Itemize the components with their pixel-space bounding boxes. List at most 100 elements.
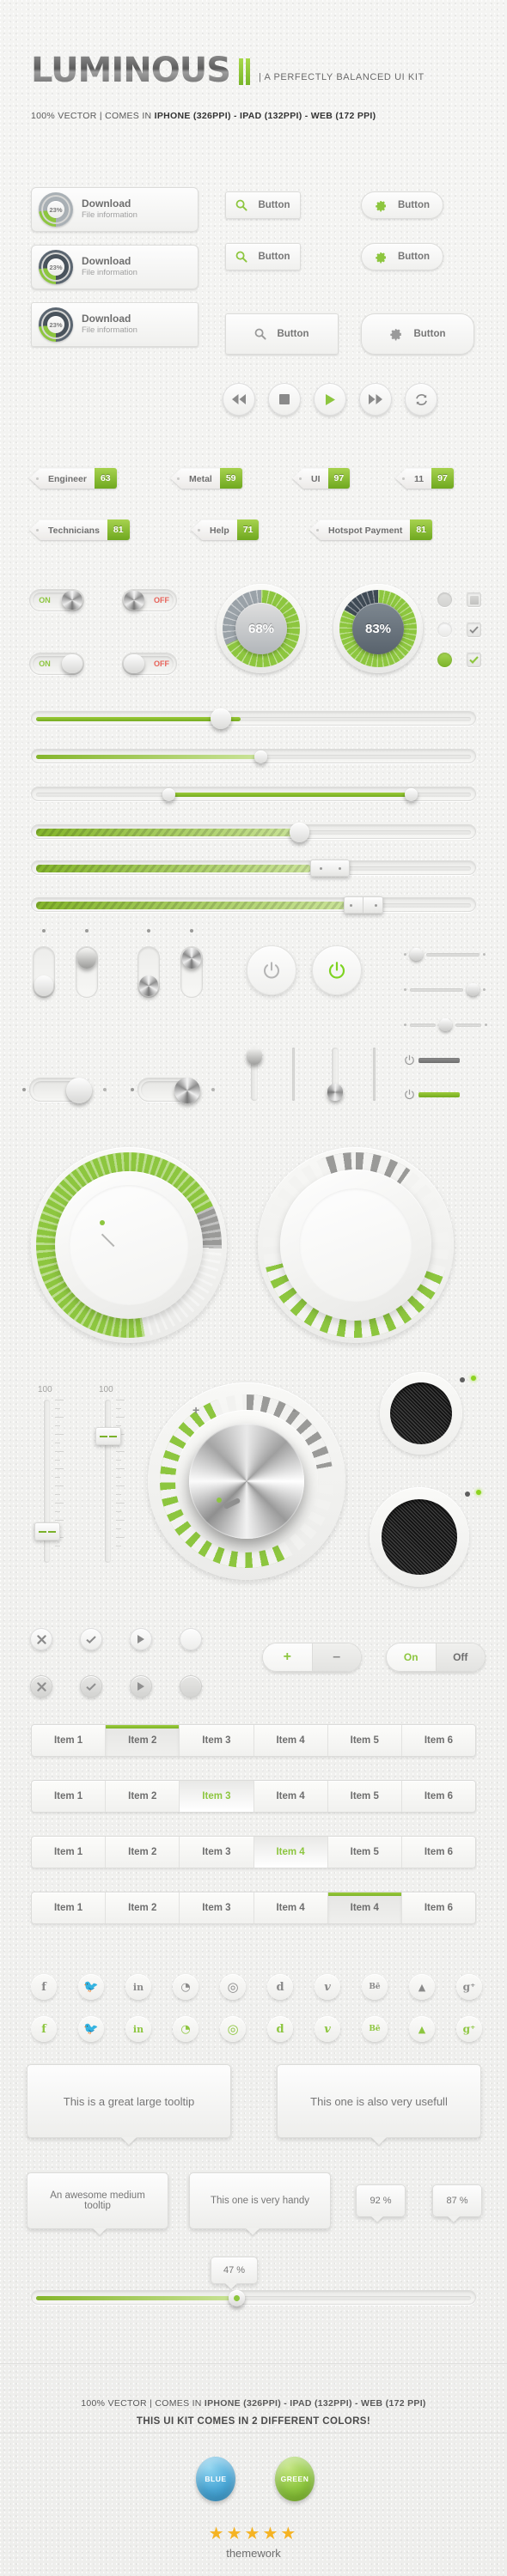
slider-handle[interactable]	[310, 860, 350, 877]
switch-knob[interactable]	[66, 1078, 92, 1103]
slider-striped-rect-split[interactable]	[31, 896, 476, 914]
tab-item-5[interactable]: Item 5	[328, 1725, 402, 1756]
slider-handle[interactable]	[290, 823, 309, 842]
tab-item-4[interactable]: Item 4	[254, 1781, 328, 1812]
mini-slider-handle[interactable]	[439, 1018, 452, 1031]
tab-item-4-active[interactable]: Item 4	[254, 1837, 328, 1868]
mini-fader-metal[interactable]	[325, 1048, 347, 1101]
play-button-pressed[interactable]	[130, 1675, 152, 1698]
rss-button-green[interactable]: ◔	[173, 2016, 199, 2042]
checkbox-checked-green[interactable]	[467, 653, 481, 667]
tab-item-5-active[interactable]: Item 4	[327, 1893, 402, 1923]
linkedin-button[interactable]: in	[125, 1974, 151, 2000]
tag-chip[interactable]: 11 97	[395, 468, 454, 489]
blank-button-pressed[interactable]	[180, 1675, 202, 1698]
switch-knob[interactable]	[139, 975, 158, 996]
switch-knob[interactable]	[174, 1078, 200, 1103]
stop-button[interactable]	[268, 383, 301, 416]
digg-button[interactable]: d	[267, 1974, 293, 2000]
tab-item-2-active[interactable]: Item 2	[106, 1725, 180, 1756]
digg-button-green[interactable]: d	[267, 2016, 293, 2042]
search-button[interactable]: Button	[225, 191, 301, 219]
dribbble-button[interactable]: ◎	[220, 1974, 246, 2000]
toggle-switch-plain[interactable]	[29, 1078, 92, 1103]
tab-item-6[interactable]: Item 6	[402, 1837, 475, 1868]
tab-item-2[interactable]: Item 2	[106, 1781, 180, 1812]
switch-knob[interactable]	[62, 591, 82, 610]
radio-hover[interactable]	[437, 623, 452, 637]
twitter-button[interactable]: 🐦	[78, 1974, 104, 2000]
tab-item-1[interactable]: Item 1	[32, 1725, 107, 1756]
checkbox-checked-grey[interactable]	[467, 623, 481, 637]
tab-item-3[interactable]: Item 3	[180, 1725, 254, 1756]
tab-item-2[interactable]: Item 2	[106, 1893, 180, 1923]
tab-item-3-active[interactable]: Item 3	[180, 1781, 254, 1812]
power-button-off[interactable]	[247, 945, 296, 995]
plus-button[interactable]: +	[263, 1643, 312, 1671]
slider-handle[interactable]	[254, 750, 267, 763]
tab-bar-2[interactable]: Item 1 Item 2 Item 3 Item 4 Item 5 Item …	[31, 1780, 476, 1813]
off-button[interactable]: Off	[435, 1643, 485, 1671]
googleplus-button[interactable]: g⁺	[456, 1974, 482, 2000]
linkedin-button-green[interactable]: in	[125, 2016, 151, 2042]
slider-range[interactable]	[31, 787, 476, 801]
tab-item-2[interactable]: Item 2	[106, 1837, 180, 1868]
mini-slider-power-off[interactable]	[404, 1054, 460, 1066]
mini-slider[interactable]	[404, 948, 486, 961]
fader-handle[interactable]	[34, 1522, 60, 1540]
tag-chip[interactable]: Technicians 81	[29, 519, 130, 540]
dribbble-button-green[interactable]: ◎	[220, 2016, 246, 2042]
tab-bar-4[interactable]: Item 1 Item 2 Item 3 Item 4 Item 4 Item …	[31, 1892, 476, 1924]
mini-slider[interactable]	[404, 983, 486, 996]
facebook-button[interactable]: f	[31, 1974, 57, 2000]
on-button[interactable]: On	[387, 1643, 436, 1671]
tab-item-3[interactable]: Item 3	[180, 1893, 254, 1923]
twitter-button-green[interactable]: 🐦	[78, 2016, 104, 2042]
mini-slider-power-on[interactable]	[404, 1089, 460, 1100]
tab-item-1[interactable]: Item 1	[32, 1781, 107, 1812]
tab-item-4[interactable]: Item 4	[254, 1725, 328, 1756]
slider-handle[interactable]	[229, 2290, 245, 2306]
tag-chip[interactable]: Help 71	[191, 519, 260, 540]
slider-pale[interactable]	[31, 749, 476, 763]
mini-slider-handle[interactable]	[467, 983, 480, 996]
tab-item-1[interactable]: Item 1	[32, 1837, 107, 1868]
check-button[interactable]	[80, 1628, 102, 1650]
search-button[interactable]: Button	[225, 243, 301, 270]
carbon-speaker[interactable]	[370, 1487, 469, 1587]
settings-button[interactable]: Button	[361, 243, 443, 270]
play-button[interactable]	[314, 383, 346, 416]
vertical-fader[interactable]: 100	[95, 1385, 126, 1563]
vertical-switch-plain-down[interactable]	[76, 946, 98, 998]
tab-bar-1[interactable]: Item 1 Item 2 Item 3 Item 4 Item 5 Item …	[31, 1724, 476, 1757]
slider-handle[interactable]	[211, 708, 231, 729]
settings-button[interactable]: Button	[361, 191, 443, 219]
vimeo-button[interactable]: v	[315, 1974, 340, 2000]
bottom-slider[interactable]	[31, 2290, 476, 2306]
tag-chip[interactable]: Metal 59	[170, 468, 242, 489]
big-knob-pointer[interactable]	[31, 1147, 227, 1343]
forrst-button[interactable]: ▲	[409, 1974, 435, 2000]
slider-handle-max[interactable]	[405, 788, 418, 801]
settings-button[interactable]: Button	[361, 313, 474, 355]
mini-slider-handle[interactable]	[410, 948, 423, 961]
metal-knob[interactable]: + -	[148, 1382, 345, 1580]
tab-item-6[interactable]: Item 6	[402, 1781, 475, 1812]
switch-knob[interactable]	[124, 654, 144, 673]
toggle-switch-on-metal[interactable]: ON	[29, 589, 84, 611]
slider-striped[interactable]	[31, 823, 476, 842]
forrst-button-green[interactable]: ▲	[409, 2016, 435, 2042]
mini-fader[interactable]	[284, 1048, 306, 1101]
radio-unselected[interactable]	[437, 592, 452, 607]
rewind-button[interactable]	[223, 383, 255, 416]
tab-item-6[interactable]: Item 6	[402, 1725, 475, 1756]
plus-minus-segment[interactable]: + –	[262, 1643, 362, 1672]
toggle-switch-off-metal[interactable]: OFF	[122, 589, 177, 611]
play-button[interactable]	[130, 1628, 152, 1650]
check-button-pressed[interactable]	[80, 1675, 102, 1698]
fader-handle[interactable]	[95, 1427, 121, 1445]
slider-solid[interactable]	[31, 708, 476, 729]
googleplus-button-green[interactable]: g⁺	[456, 2016, 482, 2042]
gauge-83[interactable]: 83%	[333, 584, 423, 673]
minus-button[interactable]: –	[311, 1643, 361, 1671]
